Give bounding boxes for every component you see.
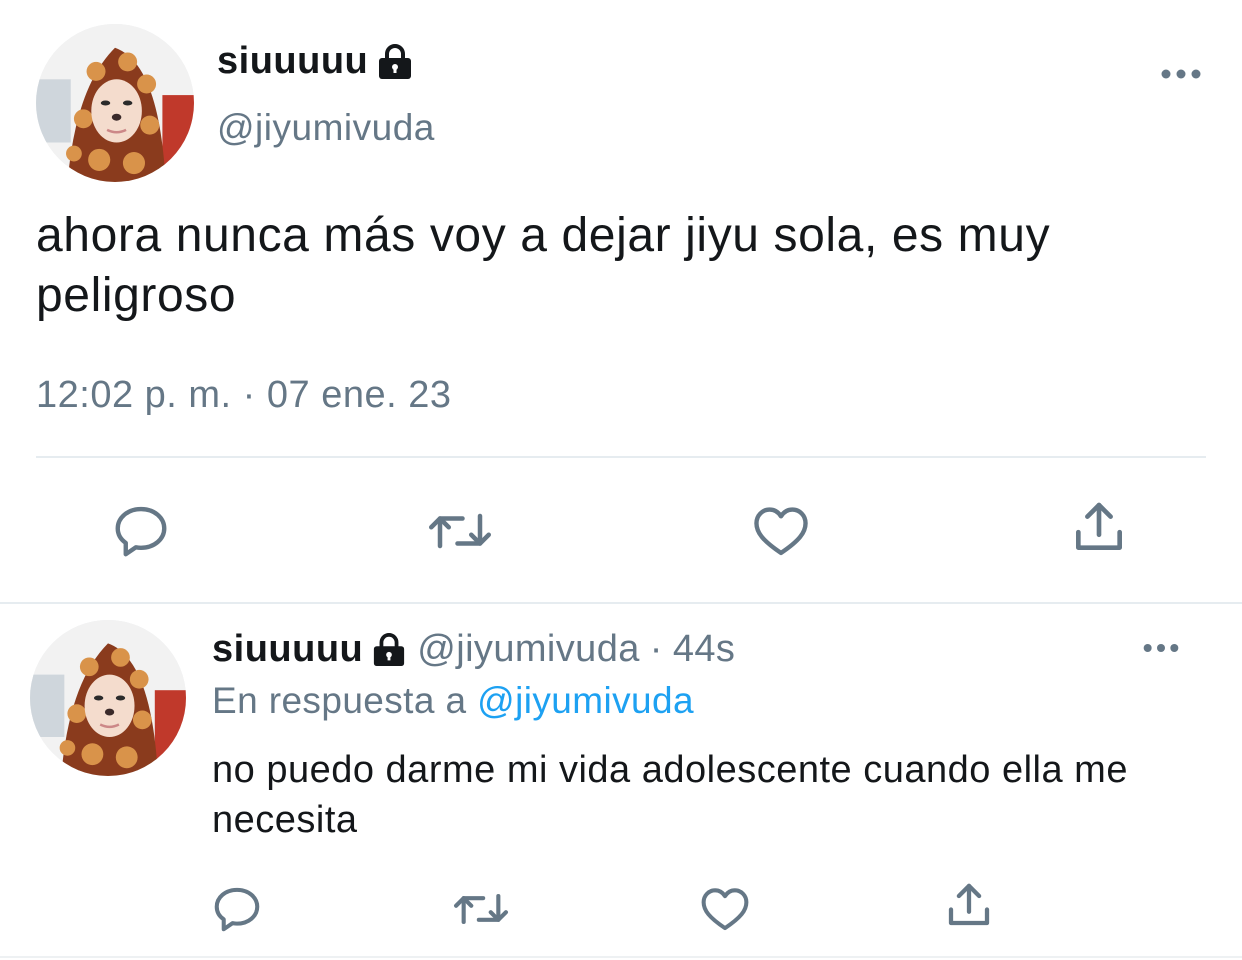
lock-icon bbox=[371, 632, 407, 667]
lock-icon bbox=[376, 43, 414, 80]
share-icon bbox=[948, 883, 990, 926]
divider bbox=[36, 456, 1206, 458]
in-reply-handle-link[interactable]: @jiyumivuda bbox=[477, 680, 694, 721]
display-name-text: siuuuuu bbox=[217, 40, 369, 82]
retweet-button[interactable] bbox=[448, 880, 514, 938]
display-name[interactable]: siuuuuu bbox=[212, 628, 407, 671]
avatar-image bbox=[30, 620, 186, 776]
retweet-icon bbox=[429, 513, 491, 549]
retweet-icon bbox=[454, 893, 508, 925]
avatar[interactable] bbox=[30, 620, 186, 776]
reply-header: siuuuuu @jiyumivuda · 44s bbox=[212, 628, 735, 671]
tweet-text: no puedo darme mi vida adolescente cuand… bbox=[212, 749, 1128, 841]
tweet-time-ago[interactable]: 44s bbox=[673, 628, 735, 671]
more-options-button[interactable] bbox=[1154, 56, 1208, 92]
section-divider bbox=[0, 602, 1242, 604]
divider bbox=[0, 956, 1242, 958]
reply-icon bbox=[214, 887, 260, 932]
display-name[interactable]: siuuuuu bbox=[217, 40, 414, 83]
more-icon bbox=[1143, 644, 1179, 652]
share-button[interactable] bbox=[1066, 494, 1132, 560]
like-button[interactable] bbox=[696, 880, 754, 938]
handle[interactable]: @jiyumivuda bbox=[417, 628, 640, 671]
more-icon bbox=[1161, 69, 1201, 79]
more-options-button[interactable] bbox=[1136, 632, 1186, 664]
tweet-timestamp[interactable]: 12:02 p. m. · 07 ene. 23 bbox=[36, 374, 452, 417]
share-button[interactable] bbox=[940, 876, 998, 934]
tweet-text: ahora nunca más voy a dejar jiyu sola, e… bbox=[36, 209, 1051, 322]
reply-button[interactable] bbox=[208, 880, 266, 938]
in-reply-to: En respuesta a @jiyumivuda bbox=[212, 680, 694, 722]
avatar-image bbox=[36, 24, 194, 182]
reply-icon bbox=[115, 506, 167, 557]
handle[interactable]: @jiyumivuda bbox=[217, 107, 435, 149]
like-button[interactable] bbox=[748, 498, 814, 564]
share-icon bbox=[1076, 502, 1122, 550]
heart-icon bbox=[701, 888, 749, 931]
avatar[interactable] bbox=[36, 24, 194, 182]
in-reply-prefix: En respuesta a bbox=[212, 680, 467, 721]
separator: · bbox=[649, 628, 663, 670]
display-name-text: siuuuuu bbox=[212, 628, 364, 670]
retweet-button[interactable] bbox=[422, 498, 498, 564]
heart-icon bbox=[754, 507, 808, 556]
reply-button[interactable] bbox=[108, 498, 174, 564]
